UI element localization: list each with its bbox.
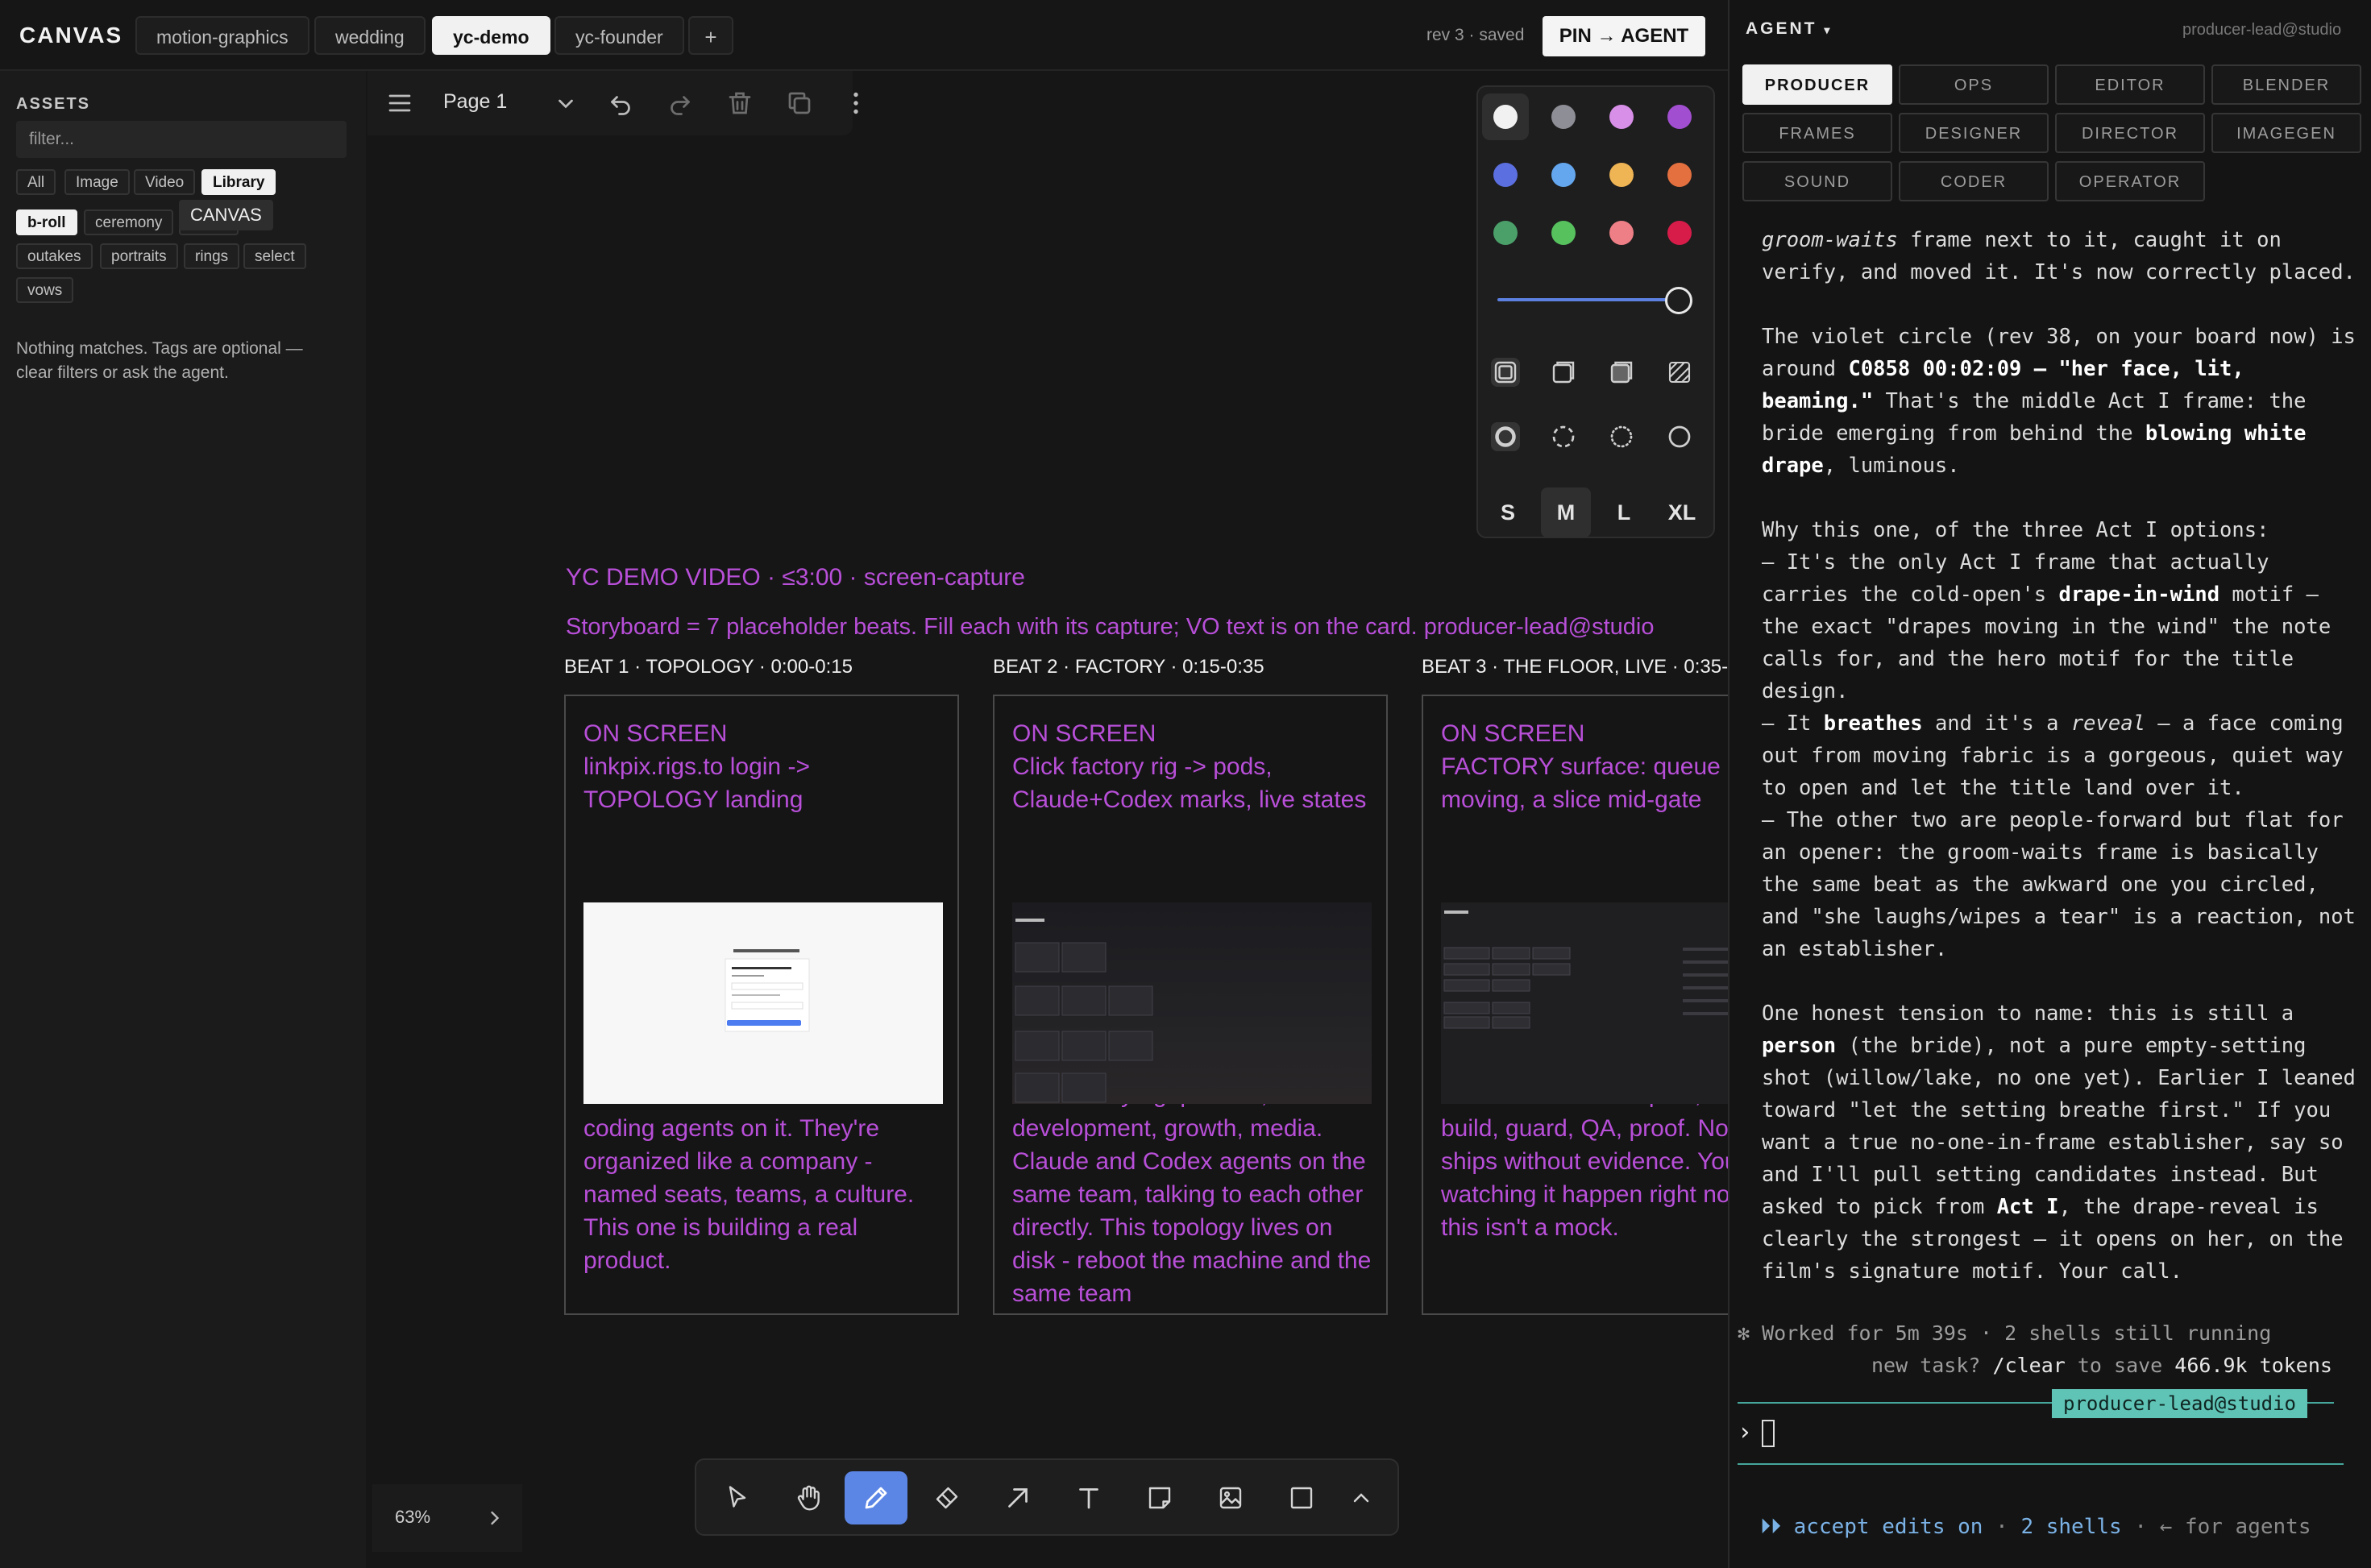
agent-role-producer[interactable]: PRODUCER [1742,64,1892,105]
agent-title[interactable]: AGENT ▾ [1746,19,1832,39]
canvas-tooltip: CANVAS [179,200,273,230]
agent-role-ops[interactable]: OPS [1899,64,2049,105]
factory-screenshot-thumbnail [1012,902,1372,1104]
beat-1-heading: BEAT 1 · TOPOLOGY · 0:00-0:15 [564,656,853,678]
pin-to-agent-button[interactable]: PIN → AGENT [1543,16,1705,56]
new-task-mid: to save [2065,1354,2175,1377]
vo-text: build, guard, QA, proof. Nothing ships w… [1441,1115,1728,1241]
chevron-right-icon[interactable] [484,1507,506,1529]
canvas-area[interactable]: YC DEMO VIDEO · ≤3:00 · screen-capture S… [367,71,1728,1568]
rectangle-tool-icon[interactable] [1270,1471,1333,1524]
shells-status[interactable]: 2 shells [2020,1515,2121,1539]
floor-screenshot-thumbnail [1441,902,1728,1104]
note-tool-icon[interactable] [1128,1471,1191,1524]
app-brand: CANVAS [19,23,123,48]
on-screen-label: ON SCREEN [1441,720,1585,747]
filter-image[interactable]: Image [64,169,130,195]
clear-command: /clear [1992,1354,2066,1377]
beat-card[interactable]: ON SCREEN FACTORY surface: queue moving,… [1422,695,1728,1315]
caret-down-icon: ▾ [1824,23,1833,36]
agent-role-sound[interactable]: SOUND [1742,161,1892,201]
new-task-hint: new task? /clear to save 466.9k tokens [1871,1354,2332,1377]
draw-tool-icon[interactable] [845,1471,907,1524]
agent-role-designer[interactable]: DESIGNER [1899,113,2049,153]
beat-voiceover: Work runs on rails: plan, build, guard, … [1441,1097,1728,1244]
tab-motion-graphics[interactable]: motion-graphics [135,16,309,55]
beat-card[interactable]: ON SCREEN linkpix.rigs.to login -> TOPOL… [564,695,959,1315]
filter-video[interactable]: Video [134,169,196,195]
agent-title-label: AGENT [1746,19,1817,38]
agent-role-imagegen[interactable]: IMAGEGEN [2211,113,2361,153]
agent-input[interactable] [1762,1420,2326,1449]
agent-user: producer-lead@studio [2182,21,2342,39]
tab-yc-demo[interactable]: yc-demo [432,16,550,55]
chevron-up-icon[interactable] [1335,1471,1388,1524]
text-cursor [1762,1420,1775,1447]
on-screen-text: linkpix.rigs.to login -> TOPOLOGY landin… [583,753,810,813]
accept-edits-status[interactable]: ⏵⏵ accept edits on [1760,1515,1983,1539]
on-screen-label: ON SCREEN [1012,720,1156,747]
tag-rings[interactable]: rings [184,243,240,269]
storyboard-title: YC DEMO VIDEO · ≤3:00 · screen-capture [566,564,1025,591]
agent-status-line: ⏵⏵ accept edits on · 2 shells · ← for ag… [1760,1515,2311,1539]
tag-b-roll[interactable]: b-roll [16,209,77,235]
zoom-level[interactable]: 63% [395,1507,430,1528]
tag-vows[interactable]: vows [16,277,74,303]
tool-dock [695,1458,1399,1536]
prompt-chevron: › [1738,1418,1753,1446]
add-tab-button[interactable]: + [688,16,733,55]
login-screenshot-thumbnail [583,902,943,1104]
tab-yc-founder[interactable]: yc-founder [554,16,684,55]
beat-on-screen: ON SCREEN linkpix.rigs.to login -> TOPOL… [583,717,946,816]
on-screen-text: Click factory rig -> pods, Claude+Codex … [1012,753,1367,813]
on-screen-label: ON SCREEN [583,720,728,747]
tag-select[interactable]: select [243,243,306,269]
zoom-control: 63% [372,1484,522,1552]
select-tool-icon[interactable] [706,1471,769,1524]
tab-wedding[interactable]: wedding [314,16,426,55]
asset-filter-input[interactable]: filter... [16,121,347,158]
beat-voiceover: This is a machine with real work coding … [583,1097,948,1277]
top-bar: CANVAS motion-graphics wedding yc-demo y… [0,0,1728,71]
arrow-tool-icon[interactable] [986,1471,1049,1524]
hand-tool-icon[interactable] [777,1471,840,1524]
agents-hint: ← for agents [2159,1515,2311,1539]
filter-library[interactable]: Library [201,169,276,195]
storyboard-subtitle: Storyboard = 7 placeholder beats. Fill e… [566,614,1655,640]
empty-state-message: Nothing matches. Tags are optional — cle… [16,339,303,382]
vo-text: coding agents on it. They're organized l… [583,1115,915,1274]
token-count: 466.9k tokens [2174,1354,2332,1377]
beat-on-screen: ON SCREEN Click factory rig -> pods, Cla… [1012,717,1375,816]
tag-portraits[interactable]: portraits [100,243,178,269]
beat-2-heading: BEAT 2 · FACTORY · 0:15-0:35 [993,656,1264,678]
assets-title: ASSETS [16,95,91,113]
new-task-prefix: new task? [1871,1354,1993,1377]
beat-on-screen: ON SCREEN FACTORY surface: queue moving,… [1441,717,1728,816]
agent-transcript: groom-waits frame next to it, caught it … [1762,228,2356,1284]
tag-outakes[interactable]: outakes [16,243,93,269]
agent-role-director[interactable]: DIRECTOR [2055,113,2205,153]
input-bottom-rule [1738,1463,2344,1465]
on-screen-text: FACTORY surface: queue moving, a slice m… [1441,753,1721,813]
media-tool-icon[interactable] [1199,1471,1262,1524]
text-tool-icon[interactable] [1057,1471,1120,1524]
beat-voiceover: The factory rig: product, development, g… [1012,1097,1377,1310]
eraser-tool-icon[interactable] [916,1471,978,1524]
agent-role-coder[interactable]: CODER [1899,161,2049,201]
vo-text: development, growth, media. Claude and C… [1012,1115,1372,1307]
tag-ceremony[interactable]: ceremony [84,209,174,235]
beat-card[interactable]: ON SCREEN Click factory rig -> pods, Cla… [993,695,1388,1315]
worked-status: ✻ Worked for 5m 39s · 2 shells still run… [1738,1321,2272,1345]
revision-status: rev 3 · saved [1426,26,1525,44]
agent-role-operator[interactable]: OPERATOR [2055,161,2205,201]
agent-role-editor[interactable]: EDITOR [2055,64,2205,105]
filter-all[interactable]: All [16,169,56,195]
agent-role-blender[interactable]: BLENDER [2211,64,2361,105]
beat-3-heading: BEAT 3 · THE FLOOR, LIVE · 0:35-1:00 [1422,656,1728,678]
input-owner-badge: producer-lead@studio [2052,1389,2307,1418]
assets-sidebar: ASSETS filter... All Image Video Library… [0,71,366,1568]
agent-role-frames[interactable]: FRAMES [1742,113,1892,153]
